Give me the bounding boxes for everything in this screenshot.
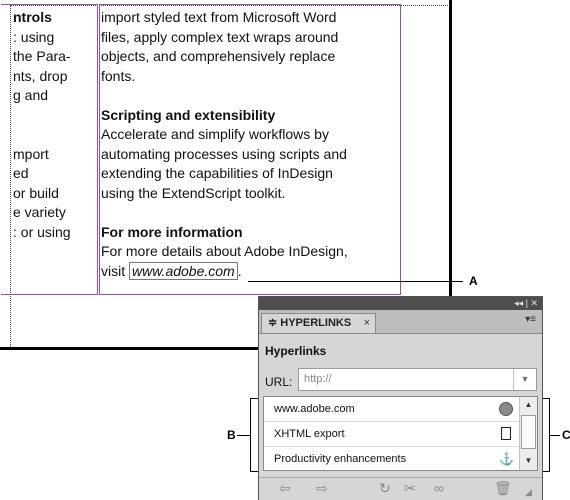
left-column-line: ed	[13, 165, 29, 181]
right-column-text: import styled text from Microsoft Word f…	[101, 8, 348, 281]
hyperlinks-panel: ◂◂ | ✕ ≑ HYPERLINKS × ▾≡ Hyperlinks URL:…	[258, 296, 543, 500]
update-icon[interactable]: ↻	[379, 480, 391, 496]
list-item[interactable]: www.adobe.com	[264, 397, 519, 422]
list-item-label: www.adobe.com	[274, 403, 355, 415]
visit-prefix: visit	[101, 262, 129, 279]
hyperlinks-list: www.adobe.com XHTML export Productivity …	[263, 396, 538, 471]
go-to-source-icon[interactable]: ⇦	[279, 480, 291, 496]
go-to-destination-icon[interactable]: ⇨	[316, 480, 328, 496]
panel-titlebar[interactable]: ◂◂ | ✕	[259, 297, 542, 310]
left-column-blank	[13, 125, 85, 145]
body-line: import styled text from Microsoft Word	[101, 9, 337, 25]
body-line: files, apply complex text wraps around	[101, 28, 339, 45]
url-value: http://	[304, 373, 332, 385]
scroll-down-icon[interactable]: ▼	[520, 453, 537, 469]
callout-c-label: C	[562, 428, 570, 442]
list-item-label: XHTML export	[274, 428, 345, 440]
list-item-label: Productivity enhancements	[274, 453, 407, 465]
left-column-line: : using	[13, 28, 55, 45]
create-link-icon[interactable]: ∞	[434, 480, 444, 496]
globe-icon[interactable]	[499, 402, 513, 416]
left-column-line: ntrols	[13, 9, 52, 25]
panel-bottom-bar: ⇦ ⇨ ↻ ✂ ∞ 🗑 ◢	[259, 477, 542, 500]
close-icon[interactable]: ×	[364, 314, 370, 333]
callout-c-line	[550, 435, 560, 436]
section-heading: For more information	[101, 223, 243, 240]
hyperlink-source[interactable]: www.adobe.com	[129, 261, 238, 280]
body-line: using the ExtendScript toolkit.	[101, 184, 286, 201]
collapse-close-icons[interactable]: ◂◂ | ✕	[514, 297, 538, 310]
chevron-down-icon[interactable]: ▼	[513, 369, 536, 390]
left-column-line: : or using	[13, 223, 71, 240]
tab-hyperlinks[interactable]: ≑ HYPERLINKS ×	[261, 313, 376, 333]
left-column-line: mport	[13, 145, 49, 162]
body-line: extending the capabilities of InDesign	[101, 165, 333, 181]
tab-label: ≑ HYPERLINKS	[268, 317, 352, 329]
left-column-blank	[13, 106, 85, 126]
left-column-line: g and	[13, 87, 49, 103]
list-item[interactable]: Productivity enhancements ⚓	[264, 447, 519, 472]
scroll-up-icon[interactable]: ▲	[520, 397, 537, 413]
left-column-line: the Para-	[13, 48, 71, 64]
reset-icon[interactable]: ✂	[404, 480, 416, 496]
left-column-line: nts, drop	[13, 67, 68, 84]
panel-tab-strip: ≑ HYPERLINKS ×	[259, 310, 542, 334]
body-line: For more details about Adobe InDesign,	[101, 243, 348, 259]
callout-a-line	[248, 281, 463, 282]
delete-icon[interactable]: 🗑	[494, 480, 512, 496]
page-icon[interactable]	[501, 427, 511, 440]
list-scrollbar[interactable]: ▲ ▼	[519, 397, 537, 470]
visit-suffix: .	[237, 262, 242, 279]
list-item[interactable]: XHTML export	[264, 422, 519, 447]
resize-grip-icon[interactable]: ◢	[525, 484, 532, 500]
left-column-line: e variety	[13, 204, 66, 220]
left-column-line: or build	[13, 184, 59, 201]
body-line: automating processes using scripts and	[101, 145, 347, 162]
visit-line: visit www.adobe.com.	[101, 261, 348, 282]
callout-b-line	[237, 435, 251, 436]
anchor-icon[interactable]: ⚓	[499, 452, 514, 466]
callout-a-label: A	[469, 274, 478, 288]
body-line: objects, and comprehensively replace	[101, 48, 336, 64]
body-line: fonts.	[101, 67, 136, 84]
panel-heading: Hyperlinks	[265, 344, 327, 358]
callout-c-bracket	[542, 398, 550, 472]
url-label: URL:	[265, 375, 293, 389]
callout-b-label: B	[227, 428, 236, 442]
panel-menu-icon[interactable]: ▾≡	[525, 314, 536, 325]
section-heading: Scripting and extensibility	[101, 106, 276, 123]
body-line: Accelerate and simplify workflows by	[101, 126, 329, 142]
url-input[interactable]: http:// ▼	[298, 368, 537, 391]
scroll-thumb[interactable]	[521, 415, 536, 449]
left-column-text: ntrols : using the Para- nts, drop g and…	[13, 8, 85, 242]
